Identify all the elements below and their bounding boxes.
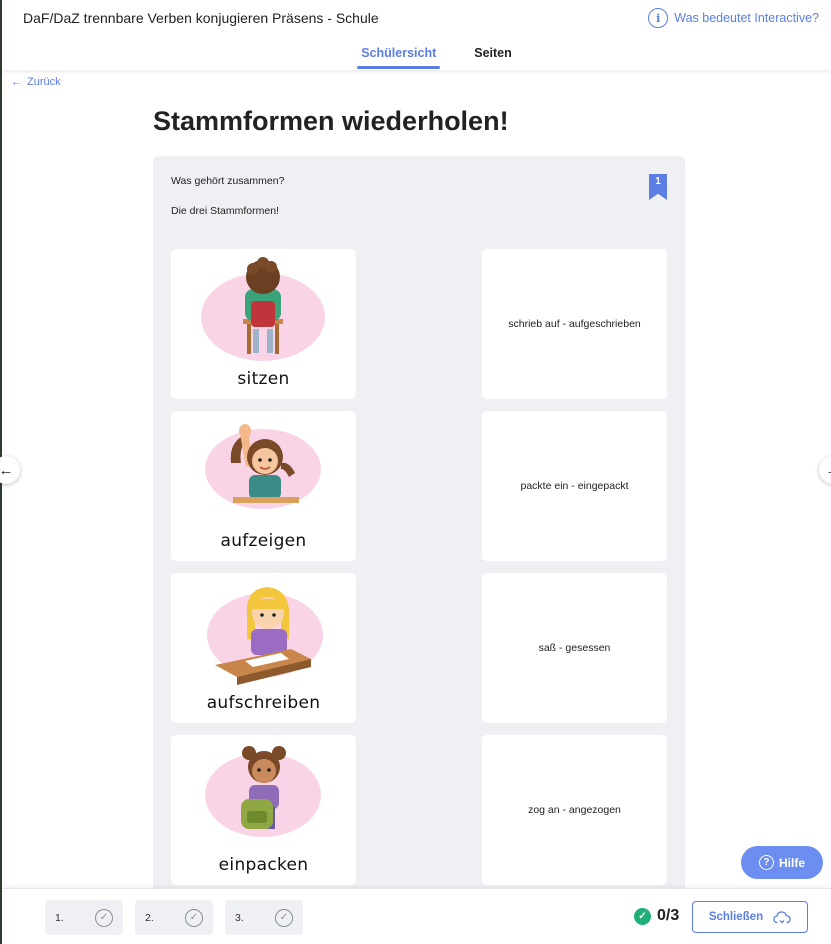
- info-link[interactable]: i Was bedeutet Interactive?: [648, 8, 819, 28]
- bottom-bar: 1. ✓ 2. ✓ 3. ✓ ✓ 0/3 Schließen: [2, 888, 831, 944]
- score-value: 0/3: [657, 907, 680, 924]
- check-circle-icon: ✓: [185, 908, 203, 927]
- page: DaF/DaZ trennbare Verben konjugieren Prä…: [0, 0, 831, 944]
- step-1-button[interactable]: 1. ✓: [45, 900, 123, 935]
- image-card-aufschreiben[interactable]: aufschreiben: [171, 573, 356, 723]
- text-card-label: packte ein - eingepackt: [520, 480, 629, 492]
- info-link-label: Was bedeutet Interactive?: [674, 11, 819, 25]
- check-circle-icon: ✓: [95, 908, 113, 927]
- image-card-label: einpacken: [218, 855, 309, 875]
- child-packing-bag-icon: [205, 746, 321, 837]
- text-card[interactable]: packte ein - eingepackt: [482, 411, 667, 561]
- arrow-left-icon: ←: [0, 461, 14, 479]
- tab-seiten[interactable]: Seiten: [470, 40, 516, 69]
- previous-page-button[interactable]: ←: [0, 456, 20, 484]
- arrow-left-icon: ←: [11, 76, 22, 88]
- tab-bar: Schülersicht Seiten: [2, 40, 831, 69]
- text-card[interactable]: zog an - angezogen: [482, 735, 667, 885]
- exercise-panel: Was gehört zusammen? Die drei Stammforme…: [153, 156, 685, 892]
- check-circle-icon: ✓: [275, 908, 293, 927]
- close-button-label: Schließen: [708, 911, 764, 923]
- arrow-right-icon: →: [826, 462, 831, 479]
- back-link[interactable]: ← Zurück: [11, 76, 61, 88]
- image-card-aufzeigen[interactable]: aufzeigen: [171, 411, 356, 561]
- help-button-label: Hilfe: [778, 855, 805, 870]
- text-card-label: zog an - angezogen: [528, 804, 621, 816]
- image-card-label: sitzen: [237, 369, 290, 389]
- info-icon: i: [648, 8, 669, 28]
- step-label: 2.: [145, 911, 154, 924]
- cloud-sync-icon: [773, 911, 791, 924]
- question-circle-icon: ?: [758, 855, 774, 870]
- step-2-button[interactable]: 2. ✓: [135, 900, 213, 935]
- score-display: ✓ 0/3: [634, 907, 679, 925]
- close-button[interactable]: Schließen: [692, 901, 808, 933]
- top-bar: DaF/DaZ trennbare Verben konjugieren Prä…: [2, 0, 831, 70]
- exercise-instruction: Die drei Stammformen!: [171, 205, 279, 217]
- image-card-label: aufzeigen: [220, 531, 307, 551]
- app-title: DaF/DaZ trennbare Verben konjugieren Prä…: [23, 10, 379, 26]
- child-writing-icon: [207, 587, 323, 685]
- text-card[interactable]: saß - gesessen: [482, 573, 667, 723]
- child-raising-hand-icon: [205, 424, 321, 509]
- text-card-label: saß - gesessen: [538, 642, 611, 654]
- step-3-button[interactable]: 3. ✓: [225, 900, 303, 935]
- back-label: Zurück: [27, 76, 61, 88]
- page-title: Stammformen wiederholen!: [153, 106, 509, 136]
- image-card-label: aufschreiben: [206, 693, 321, 713]
- exercise-question: Was gehört zusammen?: [171, 175, 285, 187]
- step-label: 1.: [55, 911, 64, 924]
- text-card[interactable]: schrieb auf - aufgeschrieben: [482, 249, 667, 399]
- step-label: 3.: [235, 911, 244, 924]
- success-check-icon: ✓: [634, 907, 651, 925]
- tab-schuelersicht[interactable]: Schülersicht: [357, 40, 441, 69]
- text-card-label: schrieb auf - aufgeschrieben: [508, 318, 641, 330]
- child-sitting-icon: [201, 257, 325, 361]
- image-card-einpacken[interactable]: einpacken: [171, 735, 356, 885]
- next-page-button[interactable]: →: [819, 456, 831, 484]
- bookmark-icon: 1: [649, 174, 667, 200]
- help-button[interactable]: ? Hilfe: [741, 846, 823, 879]
- image-card-sitzen[interactable]: sitzen: [171, 249, 356, 399]
